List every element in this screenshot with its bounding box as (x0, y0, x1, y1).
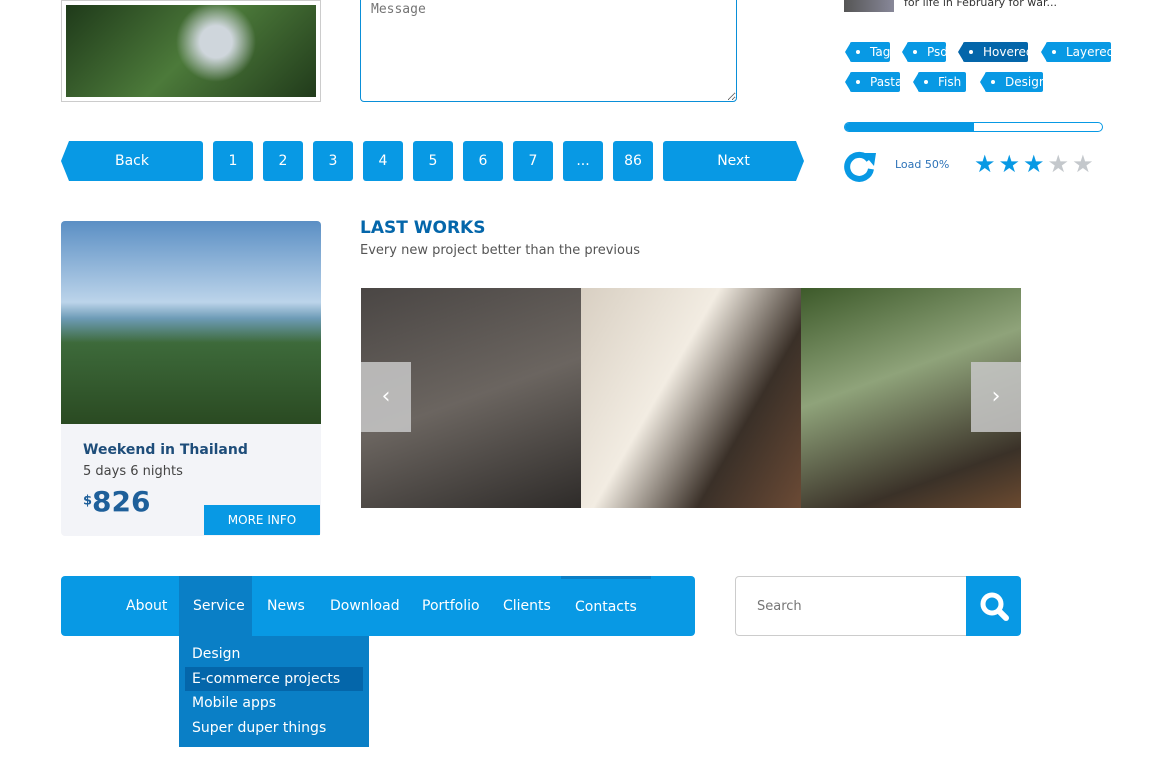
service-dropdown: Design E-commerce projects Mobile apps Supe… (179, 636, 369, 747)
offer-currency: $ (83, 493, 93, 509)
news-teaser[interactable]: for life in February for war... (904, 0, 1057, 9)
nav-clients[interactable]: Clients (489, 576, 565, 636)
tag-fish[interactable]: Fish (913, 72, 966, 92)
more-info-button[interactable]: MORE INFO (204, 505, 320, 535)
news-thumbnail[interactable] (844, 0, 894, 12)
page-86[interactable]: 86 (613, 141, 653, 181)
page-ellipsis[interactable]: ... (563, 141, 603, 181)
offer-image (61, 221, 321, 424)
dropdown-item[interactable]: Design (185, 642, 363, 666)
page-7[interactable]: 7 (513, 141, 553, 181)
dropdown-item[interactable]: Super duper things (185, 716, 363, 740)
gallery-image[interactable] (581, 288, 801, 508)
reload-icon[interactable] (843, 149, 877, 183)
tag-tag[interactable]: Tag (845, 42, 890, 62)
nav-service[interactable]: Service (179, 576, 252, 636)
next-button[interactable]: Next (663, 141, 804, 181)
star-rating[interactable]: ★ ★ ★ ★ ★ (974, 152, 1094, 176)
page-3[interactable]: 3 (313, 141, 353, 181)
offer-duration: 5 days 6 nights (83, 464, 183, 479)
gallery-prev-button[interactable]: ‹ (361, 362, 411, 432)
section-subtitle: Every new project better than the previo… (360, 243, 640, 258)
offer-card: Weekend in Thailand 5 days 6 nights $826… (61, 221, 321, 536)
tag-layered[interactable]: Layered (1041, 42, 1114, 62)
star-filled-icon[interactable]: ★ (974, 152, 996, 176)
search-icon (980, 592, 1009, 621)
star-empty-icon[interactable]: ★ (1072, 152, 1094, 176)
message-field[interactable] (360, 0, 737, 102)
search-button[interactable] (966, 576, 1021, 636)
nav-contacts[interactable]: Contacts (561, 576, 651, 636)
dropdown-item[interactable]: E-commerce projects (185, 666, 363, 691)
search-input[interactable] (735, 576, 967, 636)
nav-download[interactable]: Download (316, 576, 414, 636)
tag-design[interactable]: Design (980, 72, 1046, 92)
offer-title: Weekend in Thailand (83, 442, 248, 458)
progress-label: Load 50% (895, 158, 950, 171)
tag-pasta[interactable]: Pasta (845, 72, 902, 92)
star-filled-icon[interactable]: ★ (999, 152, 1021, 176)
offer-price: 826 (92, 485, 151, 518)
nav-portfolio[interactable]: Portfolio (408, 576, 494, 636)
gallery-next-button[interactable]: › (971, 362, 1021, 432)
tag-hovered[interactable]: Hovered (958, 42, 1034, 62)
main-nav: About Service News Download Portfolio Clients… (61, 576, 695, 636)
page-4[interactable]: 4 (363, 141, 403, 181)
section-title: LAST WORKS (360, 218, 486, 238)
dropdown-item[interactable]: Mobile apps (185, 691, 363, 715)
nav-news[interactable]: News (253, 576, 319, 636)
star-empty-icon[interactable]: ★ (1048, 152, 1070, 176)
page-1[interactable]: 1 (213, 141, 253, 181)
photo (66, 5, 316, 97)
page-2[interactable]: 2 (263, 141, 303, 181)
progress-bar (844, 122, 1103, 132)
nav-about[interactable]: About (112, 576, 181, 636)
back-button[interactable]: Back (61, 141, 203, 181)
page-6[interactable]: 6 (463, 141, 503, 181)
star-filled-icon[interactable]: ★ (1023, 152, 1045, 176)
photo-frame (61, 0, 321, 102)
progress-fill (845, 123, 974, 131)
tag-psd[interactable]: Psd (902, 42, 948, 62)
page-5[interactable]: 5 (413, 141, 453, 181)
